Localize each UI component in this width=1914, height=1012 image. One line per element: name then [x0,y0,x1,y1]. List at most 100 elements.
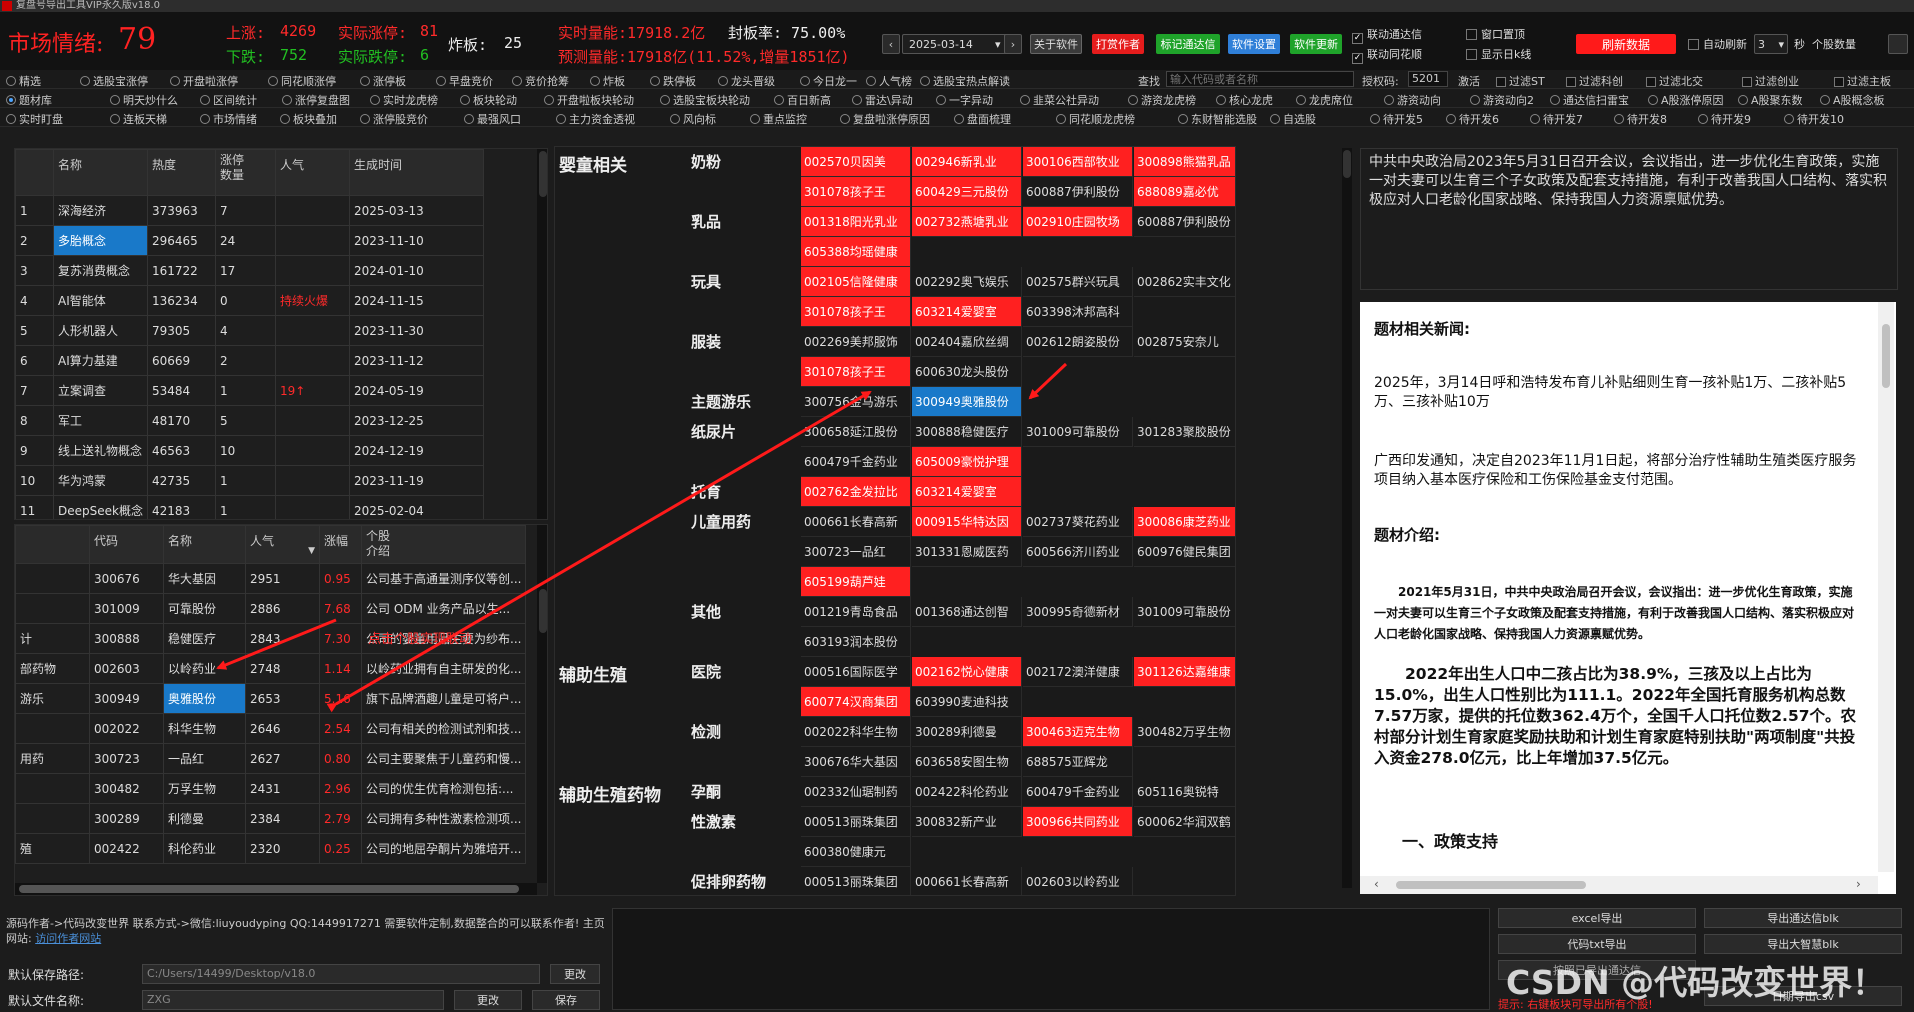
option-row3-8[interactable]: 重点监控 [750,111,807,127]
option-row2-3[interactable]: 涨停复盘图 [282,92,350,108]
topic-row[interactable]: 4 AI智能体 136234 0 持续火爆 2024-11-15 [15,285,484,316]
col-date[interactable]: 生成时间 [349,149,484,196]
stock-cell[interactable]: 300086康芝药业 [1134,507,1235,537]
stock-row[interactable]: 300289 利德曼 2384 2.79 公司拥有多种性激素检测项... [15,803,526,834]
subcategory-label[interactable]: 检测 [691,721,721,742]
change-path-button[interactable]: 更改 [550,964,600,984]
stock-cell[interactable]: 000516国际医学 [801,657,911,687]
stock-scroll-thumb[interactable] [539,589,547,633]
topic-row[interactable]: 9 线上送礼物概念 46563 10 2024-12-19 [15,435,484,466]
stock-cell[interactable]: 301078孩子王 [801,357,911,387]
stock-cell[interactable]: 002422科伦药业 [912,777,1022,807]
stock-cell[interactable]: 600887伊利股份 [1023,177,1133,207]
topic-row[interactable]: 7 立案调查 53484 1 19↑ 2024-05-19 [15,375,484,406]
save-button[interactable]: 保存 [532,990,600,1010]
subcategory-label[interactable]: 纸尿片 [691,421,736,442]
stock-cell[interactable]: 002172澳洋健康 [1023,657,1133,687]
stock-hscrollbar[interactable] [15,883,537,895]
subcategory-label[interactable]: 儿童用药 [691,511,751,532]
stock-row[interactable]: 殖 002422 科伦药业 2320 0.25 公司的地屈孕酮片为雅培开... [15,833,526,864]
stock-cell[interactable]: 002162悦心健康 [912,657,1022,687]
stock-cell[interactable]: 603658安图生物 [912,747,1022,777]
stock-cell[interactable]: 301009可靠股份 [1023,417,1133,447]
stock-cell[interactable]: 001318阳光乳业 [801,207,911,237]
stock-cell[interactable]: 300482万孚生物 [1134,717,1235,747]
author-site-link[interactable]: 访问作者网站 [35,932,101,945]
stock-cell[interactable]: 600774汉商集团 [801,687,911,717]
grid-scrollbar[interactable] [1342,148,1352,888]
stock-cell[interactable]: 600630龙头股份 [912,357,1022,387]
option-row1-9[interactable]: 龙头晋级 [718,73,775,89]
option-row1-10[interactable]: 今日龙一 [800,73,857,89]
stock-cell[interactable]: 301331恩威医药 [912,537,1022,567]
stock-cell[interactable]: 300658延江股份 [801,417,911,447]
stock-cell[interactable]: 301078孩子王 [801,177,911,207]
stock-cell[interactable]: 301078孩子王 [801,297,911,327]
subcategory-label[interactable]: 医院 [691,661,721,682]
stock-cell[interactable]: 688089嘉必优 [1134,177,1235,207]
option-row3-7[interactable]: 风向标 [670,111,716,127]
stock-hscroll-thumb[interactable] [19,885,519,893]
col-pop[interactable]: 人气 [275,149,350,196]
stock-cell[interactable]: 300949奥雅股份 [912,387,1022,417]
stock-cell[interactable]: 000513丽珠集团 [801,807,911,837]
stock-cell[interactable]: 000915华特达因 [912,507,1022,537]
col-stock-pop[interactable]: 人气 ▼ [245,525,320,564]
change-file-button[interactable]: 更改 [454,990,522,1010]
topic-row[interactable]: 8 军工 48170 5 2023-12-25 [15,405,484,436]
stock-cell[interactable]: 300106西部牧业 [1023,147,1133,177]
news-hscrollbar[interactable]: ‹ › [1360,876,1878,894]
stock-cell[interactable]: 002875安奈儿 [1134,327,1235,357]
stock-cell[interactable]: 301126达嘉维康 [1134,657,1235,687]
category-label[interactable]: 辅助生殖药物 [559,781,661,806]
subcategory-label[interactable]: 乳品 [691,211,721,232]
stock-cell[interactable]: 300723一品红 [801,537,911,567]
auth-input[interactable]: 5201 [1408,71,1448,87]
option-row1-4[interactable]: 涨停板 [360,73,406,89]
option-row3-19[interactable]: 待开发10 [1784,111,1844,127]
topic-row[interactable]: 2 多胎概念 296465 24 2023-11-10 [15,225,484,256]
tip-author-button[interactable]: 打赏作者 [1092,34,1144,54]
stock-cell[interactable]: 300676华大基因 [801,747,911,777]
filter-bj-checkbox[interactable]: 过滤北交 [1646,73,1703,89]
stock-cell[interactable]: 002603以岭药业 [1023,867,1133,895]
topic-row[interactable]: 3 复苏消费概念 161722 17 2024-01-10 [15,255,484,286]
option-row2-20[interactable]: A股概念板 [1820,92,1885,108]
topic-row[interactable]: 6 AI算力基建 60669 2 2023-11-12 [15,345,484,376]
next-date-button[interactable]: › [1004,34,1022,54]
date-picker[interactable]: 2025-03-14 ▾ [902,34,1012,54]
option-row1-12[interactable]: 选股宝热点解读 [920,73,1010,89]
option-row3-5[interactable]: 最强风口 [464,111,521,127]
option-row2-5[interactable]: 板块轮动 [460,92,517,108]
option-row1-6[interactable]: 竞价抢筹 [512,73,569,89]
filter-cy-checkbox[interactable]: 过滤创业 [1742,73,1799,89]
show-daily-checkbox[interactable]: 显示日k线 [1466,46,1531,62]
stock-cell[interactable]: 002292奥飞娱乐 [912,267,1022,297]
option-row3-15[interactable]: 待开发6 [1446,111,1499,127]
stock-cell[interactable]: 000513丽珠集团 [801,867,911,895]
window-top-checkbox[interactable]: 窗口置顶 [1466,26,1525,42]
stock-cell[interactable]: 688575亚辉龙 [1023,747,1133,777]
filter-st-checkbox[interactable]: 过滤ST [1496,73,1545,89]
option-row2-7[interactable]: 选股宝板块轮动 [660,92,750,108]
stock-cell[interactable]: 301283聚胶股份 [1134,417,1235,447]
code-txt-export-button[interactable]: 代码txt导出 [1498,934,1696,954]
stock-cell[interactable]: 002269美邦服饰 [801,327,911,357]
option-row2-13[interactable]: 核心龙虎 [1216,92,1273,108]
col-intro[interactable]: 个股 介绍 [361,525,526,564]
option-row3-1[interactable]: 连板天梯 [110,111,167,127]
subcategory-label[interactable]: 性激素 [691,811,736,832]
activate-button[interactable]: 激活 [1458,73,1480,89]
stock-cell[interactable]: 001219青岛食品 [801,597,911,627]
stock-cell[interactable]: 002732燕塘乳业 [912,207,1022,237]
option-row3-0[interactable]: 实时盯盘 [6,111,63,127]
auto-refresh-checkbox[interactable]: 自动刷新 [1688,36,1747,52]
option-row2-0[interactable]: 题材库 [6,92,52,108]
link-ths-checkbox[interactable]: ✓ 联动同花顺 [1352,46,1422,64]
col-change[interactable]: 涨幅 [319,525,362,564]
stock-cell[interactable]: 605116奥锐特 [1134,777,1235,807]
file-name-input[interactable]: ZXG [142,990,444,1010]
option-row3-13[interactable]: 自选股 [1270,111,1316,127]
stock-cell[interactable]: 600976健民集团 [1134,537,1235,567]
stock-cell[interactable]: 603398沐邦高科 [1023,297,1133,327]
